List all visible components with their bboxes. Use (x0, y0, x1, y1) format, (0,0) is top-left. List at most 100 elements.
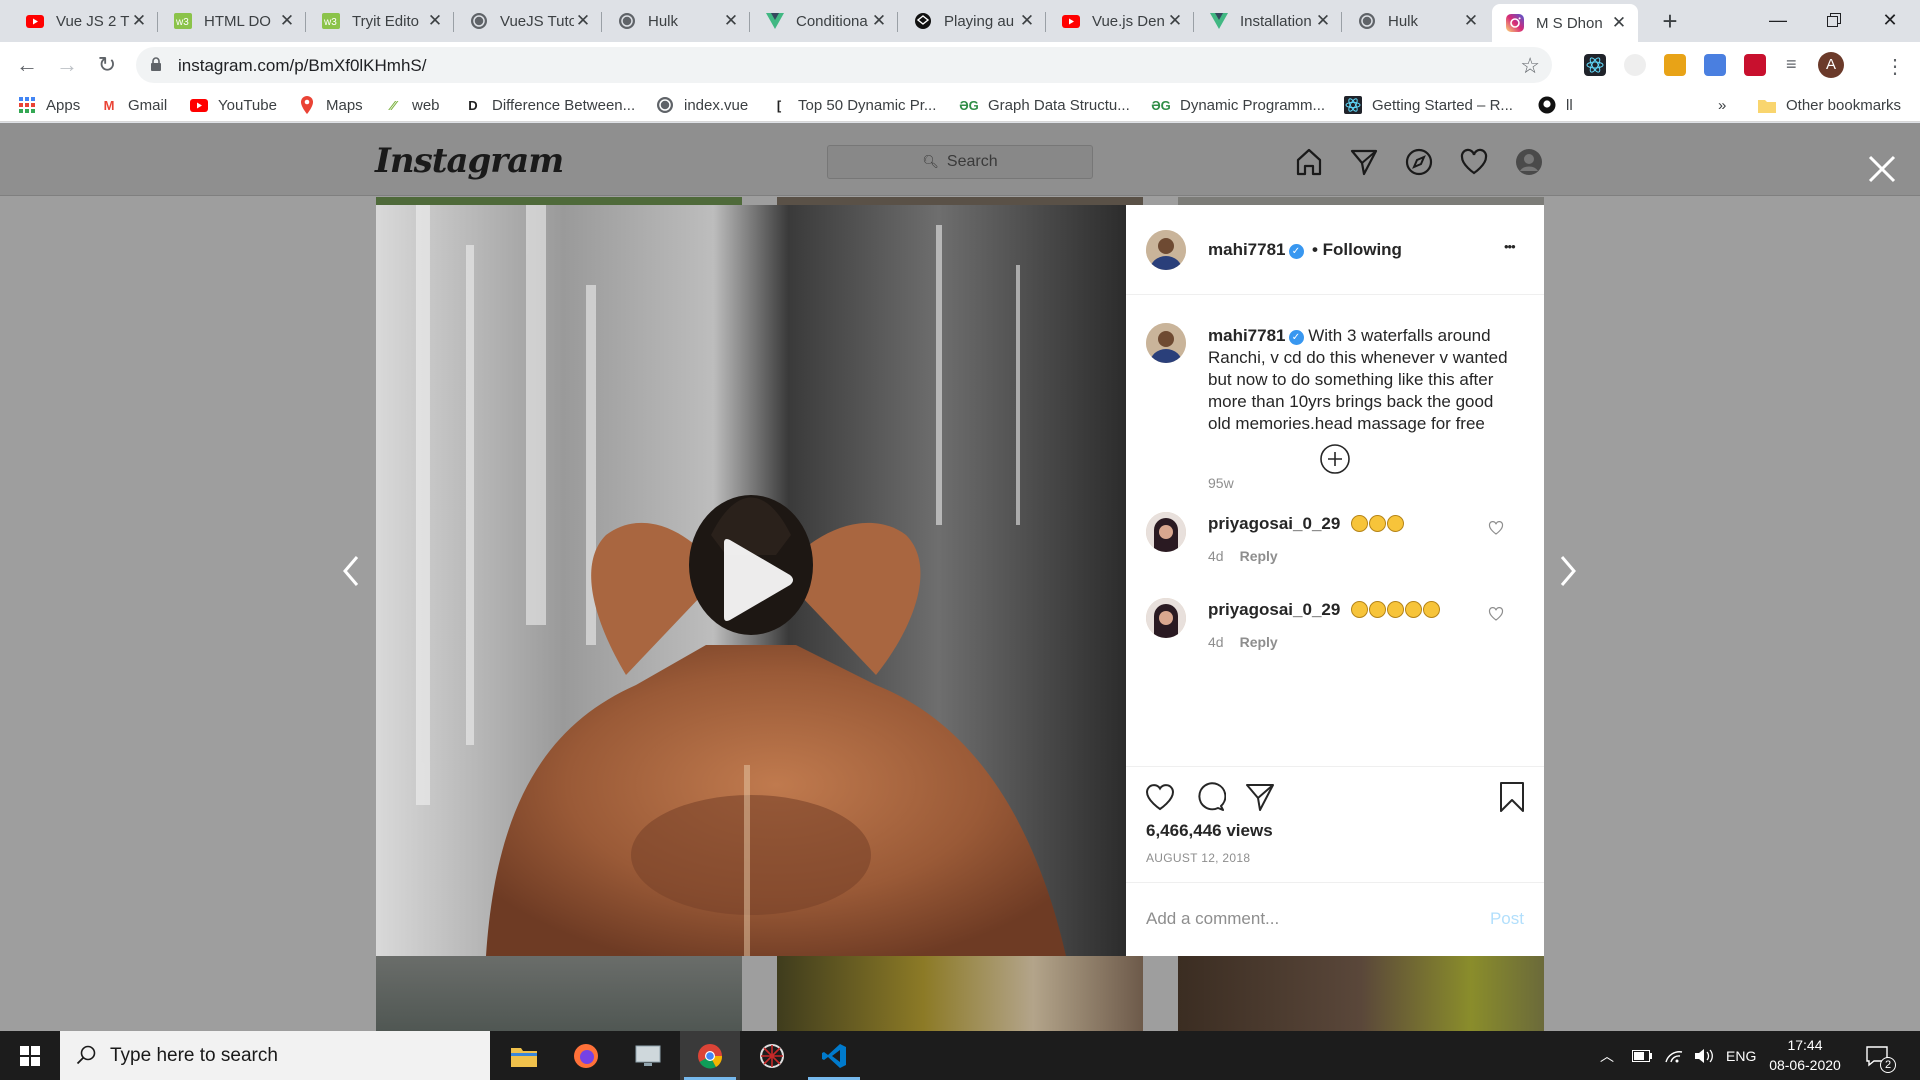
activity-heart-icon[interactable] (1459, 147, 1489, 177)
bookmark-dynamic-programming[interactable]: ƏG Dynamic Programm... (1151, 94, 1325, 116)
grid-thumbnail[interactable] (1178, 197, 1544, 205)
commenter-avatar[interactable] (1146, 512, 1186, 552)
extension-icon[interactable] (1624, 54, 1646, 76)
comment-username[interactable]: priyagosai_0_29 (1208, 600, 1340, 619)
tab-close-icon[interactable]: ✕ (574, 12, 592, 30)
firefox-icon[interactable] (556, 1031, 616, 1080)
bookmark-apps[interactable]: Apps (18, 94, 80, 116)
play-button-icon[interactable] (716, 537, 796, 623)
like-comment-heart-icon[interactable] (1488, 606, 1504, 622)
grid-thumbnail[interactable] (777, 956, 1143, 1031)
author-username[interactable]: mahi7781 (1208, 240, 1286, 259)
tab-close-icon[interactable]: ✕ (870, 12, 888, 30)
tab-close-icon[interactable]: ✕ (1314, 12, 1332, 30)
previous-post-arrow-icon[interactable] (339, 551, 363, 591)
new-tab-button[interactable]: + (1656, 8, 1684, 36)
bookmark-graph-data[interactable]: ƏG Graph Data Structu... (959, 94, 1130, 116)
remote-desktop-icon[interactable] (618, 1031, 678, 1080)
back-icon[interactable]: ← (10, 48, 44, 82)
share-icon[interactable] (1244, 781, 1276, 813)
post-comment-button[interactable]: Post (1490, 909, 1524, 929)
tab-close-icon[interactable]: ✕ (426, 12, 444, 30)
screenshot-extension-icon[interactable] (1704, 54, 1726, 76)
post-video[interactable] (376, 205, 1126, 956)
other-bookmarks-folder[interactable]: Other bookmarks (1758, 94, 1901, 116)
chrome-taskbar-icon[interactable] (680, 1031, 740, 1080)
file-explorer-icon[interactable] (494, 1031, 554, 1080)
more-options-icon[interactable]: ••• (1504, 239, 1516, 254)
grid-thumbnail[interactable] (376, 956, 742, 1031)
bookmark-difference-between[interactable]: D Difference Between... (464, 94, 635, 116)
volume-icon[interactable] (1694, 1031, 1714, 1080)
tab-close-icon[interactable]: ✕ (1166, 12, 1184, 30)
show-hidden-icons-icon[interactable]: ︿ (1600, 1031, 1614, 1080)
browser-tab[interactable]: w3 Tryit Edito ✕ (308, 4, 454, 38)
tab-close-icon[interactable]: ✕ (130, 12, 148, 30)
profile-avatar[interactable]: A (1818, 52, 1844, 78)
following-status[interactable]: • Following (1312, 240, 1402, 259)
tab-close-icon[interactable]: ✕ (1610, 14, 1628, 32)
bookmarks-overflow-button[interactable]: » (1718, 94, 1726, 116)
comment-bubble-icon[interactable] (1194, 781, 1226, 813)
author-avatar[interactable] (1146, 323, 1186, 363)
bookmark-top-50-dynamic[interactable]: [Top 50 Dynamic Pr... (770, 94, 937, 116)
close-icon[interactable] (1864, 151, 1900, 187)
bookmark-star-icon[interactable]: ☆ (1520, 53, 1540, 79)
direct-message-icon[interactable] (1349, 147, 1379, 177)
tab-close-icon[interactable]: ✕ (1018, 12, 1036, 30)
instagram-logo[interactable]: Instagram (375, 141, 564, 181)
forward-icon[interactable]: → (50, 48, 84, 82)
comment-username[interactable]: priyagosai_0_29 (1208, 514, 1340, 533)
browser-tab[interactable]: Installation ✕ (1196, 4, 1342, 38)
browser-tab[interactable]: w3 HTML DO ✕ (160, 4, 306, 38)
add-comment-input[interactable]: Add a comment... (1146, 909, 1279, 929)
battery-icon[interactable] (1632, 1031, 1652, 1080)
like-comment-heart-icon[interactable] (1488, 520, 1504, 536)
load-more-comments-icon[interactable] (1319, 443, 1351, 475)
close-window-icon[interactable]: ✕ (1862, 0, 1918, 40)
browser-tab[interactable]: VueJS Tuto ✕ (456, 4, 602, 38)
browser-tab[interactable]: Hulk ✕ (604, 4, 750, 38)
address-bar[interactable]: instagram.com/p/BmXf0lKHmhS/ ☆ (136, 47, 1552, 83)
browser-tab[interactable]: Vue JS 2 T ✕ (12, 4, 158, 38)
browser-tab[interactable]: Playing au ✕ (900, 4, 1046, 38)
commenter-avatar[interactable] (1146, 598, 1186, 638)
restore-icon[interactable] (1806, 0, 1862, 40)
grid-thumbnail[interactable] (376, 197, 742, 205)
next-post-arrow-icon[interactable] (1556, 551, 1580, 591)
caption-username[interactable]: mahi7781 (1208, 326, 1286, 345)
profile-avatar-icon[interactable] (1514, 147, 1544, 177)
view-count[interactable]: 6,466,446 views (1146, 821, 1273, 841)
tab-close-icon[interactable]: ✕ (722, 12, 740, 30)
bookmark-youtube[interactable]: YouTube (190, 94, 277, 116)
home-icon[interactable] (1294, 147, 1324, 177)
browser-tab[interactable]: Conditiona ✕ (752, 4, 898, 38)
bookmark-index-vue[interactable]: index.vue (656, 94, 748, 116)
reload-icon[interactable]: ↻ (90, 48, 124, 82)
language-indicator[interactable]: ENG (1726, 1031, 1756, 1080)
grid-thumbnail[interactable] (777, 197, 1143, 205)
bookmark-github[interactable]: ll (1538, 94, 1573, 116)
taskbar-search-box[interactable]: Type here to search (60, 1031, 490, 1080)
caption-age[interactable]: 95w (1208, 475, 1234, 491)
taskbar-clock[interactable]: 17:44 08-06-2020 (1760, 1035, 1850, 1075)
grid-thumbnail[interactable] (1178, 956, 1544, 1031)
extension-icon[interactable] (1664, 54, 1686, 76)
post-date[interactable]: AUGUST 12, 2018 (1146, 851, 1250, 865)
app-icon[interactable] (742, 1031, 802, 1080)
comment-age[interactable]: 4d (1208, 634, 1224, 650)
bookmark-gmail[interactable]: M Gmail (100, 94, 168, 116)
tab-close-icon[interactable]: ✕ (278, 12, 296, 30)
explore-compass-icon[interactable] (1404, 147, 1434, 177)
tab-close-icon[interactable]: ✕ (1462, 12, 1480, 30)
bookmark-getting-started[interactable]: Getting Started – R... (1344, 94, 1513, 116)
browser-tab[interactable]: Vue.js Den ✕ (1048, 4, 1194, 38)
reply-button[interactable]: Reply (1240, 548, 1278, 564)
action-center-icon[interactable]: 2 (1866, 1031, 1896, 1080)
browser-tab[interactable]: Hulk ✕ (1344, 4, 1490, 38)
bookmark-maps[interactable]: Maps (298, 94, 363, 116)
react-devtools-icon[interactable] (1584, 54, 1606, 76)
instagram-search-input[interactable]: 🔍︎ Search (827, 145, 1093, 179)
save-bookmark-icon[interactable] (1496, 781, 1528, 813)
media-controls-icon[interactable]: ≡ (1786, 54, 1808, 76)
